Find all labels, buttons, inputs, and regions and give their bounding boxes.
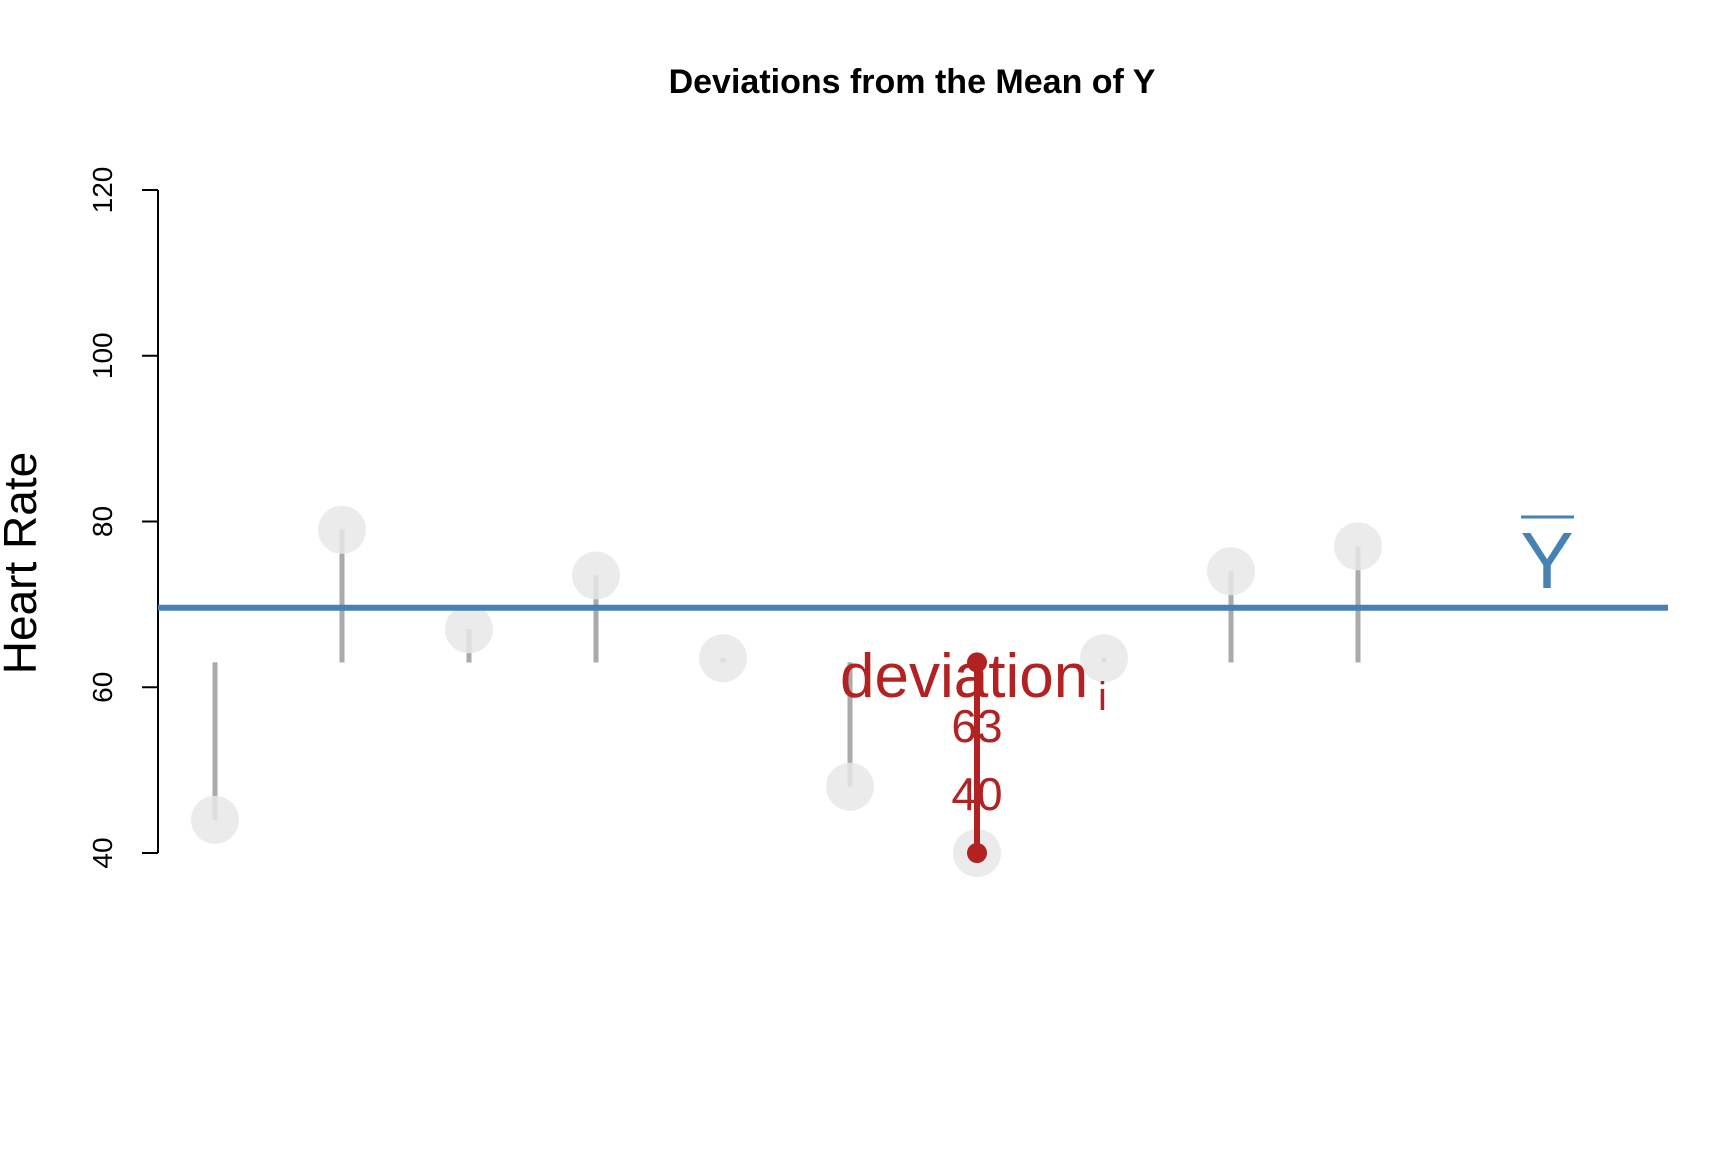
y-axis: 40 60 80 100 120 [87,167,159,869]
data-point [699,634,747,683]
data-point [191,795,239,844]
data-point [1207,547,1255,596]
data-point [445,605,493,654]
chart-title: Deviations from the Mean of Y [669,63,1156,101]
chart: Deviations from the Mean of Y Heart Rate… [0,63,1668,877]
mean-line-group: Y [158,515,1668,611]
highlight-bottom-value-label: 40 [951,768,1002,820]
data-point [1334,522,1382,571]
deviation-subscript: i [1098,675,1107,719]
data-point [318,505,366,554]
y-tick-label: 40 [87,837,118,868]
y-axis-label: Heart Rate [0,452,46,674]
highlight-bottom-point [967,843,987,863]
data-points [191,505,1382,877]
data-point [826,762,874,811]
y-tick-label: 60 [87,672,118,703]
y-tick-label: 80 [87,506,118,537]
data-point [572,551,620,600]
deviation-segments [212,529,1361,820]
mean-label: Y [1520,516,1573,605]
y-tick-label: 120 [87,167,118,214]
y-tick-label: 100 [87,332,118,379]
highlight-top-value-label: 63 [951,700,1002,752]
